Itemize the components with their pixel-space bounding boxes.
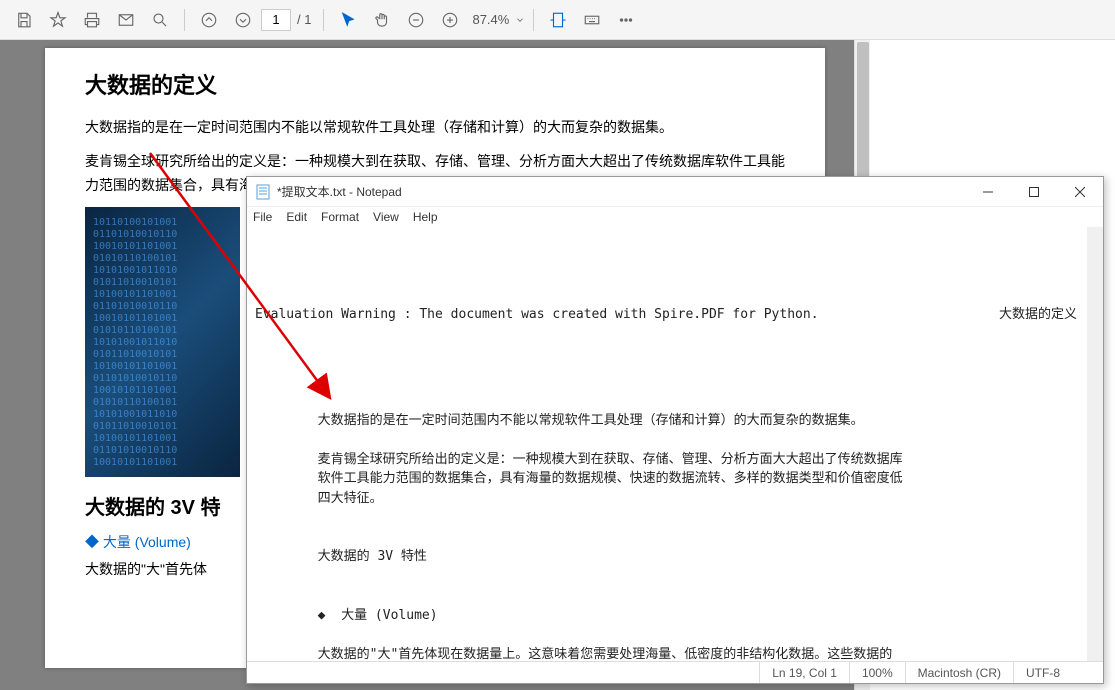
notepad-scrollbar[interactable] (1087, 227, 1103, 661)
mail-icon[interactable] (110, 4, 142, 36)
page-number-input[interactable] (261, 9, 291, 31)
status-cursor-pos: Ln 19, Col 1 (759, 662, 849, 683)
status-encoding: UTF-8 (1013, 662, 1103, 683)
more-icon[interactable] (610, 4, 642, 36)
zoom-in-icon[interactable] (434, 4, 466, 36)
save-icon[interactable] (8, 4, 40, 36)
close-button[interactable] (1057, 177, 1103, 207)
print-icon[interactable] (76, 4, 108, 36)
star-icon[interactable] (42, 4, 74, 36)
zoom-out-icon[interactable] (400, 4, 432, 36)
page-down-icon[interactable] (227, 4, 259, 36)
search-icon[interactable] (144, 4, 176, 36)
notepad-body-text: 大数据指的是在一定时间范围内不能以常规软件工具处理（存储和计算）的大而复杂的数据… (255, 411, 1077, 662)
menu-file[interactable]: File (253, 210, 272, 224)
notepad-window: *提取文本.txt - Notepad File Edit Format Vie… (246, 176, 1104, 684)
menu-edit[interactable]: Edit (286, 210, 307, 224)
chevron-down-icon (515, 15, 525, 25)
keyboard-icon[interactable] (576, 4, 608, 36)
notepad-menubar: File Edit Format View Help (247, 207, 1103, 227)
fit-width-icon[interactable] (542, 4, 574, 36)
menu-format[interactable]: Format (321, 210, 359, 224)
notepad-titlebar[interactable]: *提取文本.txt - Notepad (247, 177, 1103, 207)
pdf-toolbar: / 1 87.4% (0, 0, 1115, 40)
page-total-label: / 1 (297, 12, 311, 27)
pointer-icon[interactable] (332, 4, 364, 36)
notepad-statusbar: Ln 19, Col 1 100% Macintosh (CR) UTF-8 (247, 661, 1103, 683)
notepad-text-area[interactable]: Evaluation Warning : The document was cr… (247, 227, 1103, 661)
menu-view[interactable]: View (373, 210, 399, 224)
zoom-value: 87.4% (468, 10, 513, 29)
hand-icon[interactable] (366, 4, 398, 36)
pdf-heading-1: 大数据的定义 (85, 68, 785, 100)
zoom-select[interactable]: 87.4% (468, 10, 525, 29)
notepad-right-title: 大数据的定义 (999, 305, 1077, 325)
status-zoom: 100% (849, 662, 905, 683)
notepad-app-icon (255, 184, 271, 200)
maximize-button[interactable] (1011, 177, 1057, 207)
pdf-image-binary-globe: 10110100101001 01101010010110 1001010110… (85, 207, 240, 477)
menu-help[interactable]: Help (413, 210, 438, 224)
page-up-icon[interactable] (193, 4, 225, 36)
notepad-title: *提取文本.txt - Notepad (277, 183, 965, 200)
minimize-button[interactable] (965, 177, 1011, 207)
status-line-ending: Macintosh (CR) (905, 662, 1013, 683)
pdf-paragraph: 大数据指的是在一定时间范围内不能以常规软件工具处理（存储和计算）的大而复杂的数据… (85, 116, 785, 140)
notepad-warning-line: Evaluation Warning : The document was cr… (255, 305, 819, 325)
